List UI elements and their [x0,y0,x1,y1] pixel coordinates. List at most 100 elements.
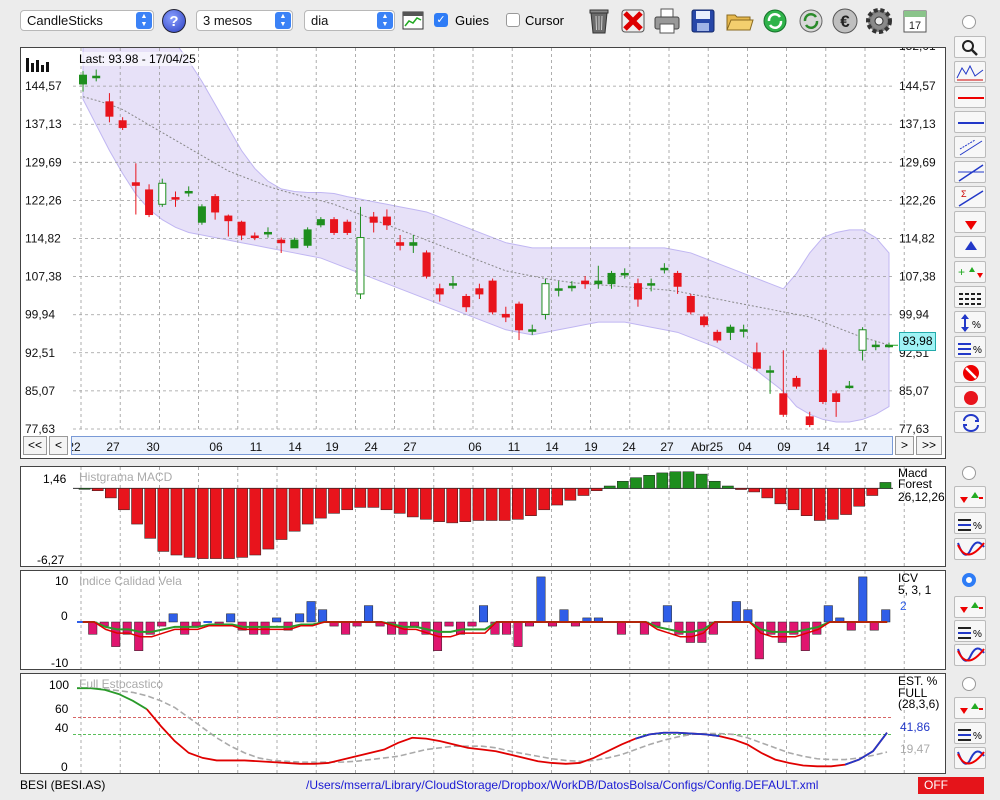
macd-bar [420,488,432,520]
macd-bar [249,488,262,556]
stoch-y-100: 100 [49,678,70,692]
candle [528,329,537,332]
y-tick-label-left: 77,63 [25,422,55,436]
macd-bar [131,488,143,525]
icv-bar [180,621,190,635]
macd-bar [722,485,734,489]
nav-next-button[interactable]: > [895,436,914,455]
nav-prev-button[interactable]: < [49,436,68,455]
nav-last-button[interactable]: >> [916,436,942,455]
y-tick-label-left: 107,38 [25,270,62,284]
panel-radio-1[interactable] [962,15,976,29]
lines-icon[interactable] [954,286,986,308]
icv-bar [881,609,891,623]
candle [607,272,616,285]
record-icon[interactable] [954,386,986,408]
macd-bar [669,471,682,489]
candle [686,295,695,313]
trendline-icon[interactable] [954,161,986,183]
macd-bar [630,477,642,489]
reload-icon[interactable] [796,6,826,36]
trash-icon[interactable] [584,6,614,36]
macd-bar [459,488,472,522]
panel-radio-2[interactable] [962,466,976,480]
macd-bar [617,480,629,489]
macd-bar [105,488,117,499]
percent-lines-icon[interactable]: % [954,722,986,744]
channel-icon[interactable] [954,136,986,158]
candle [713,331,722,341]
buy-sell-icon[interactable]: + [954,261,986,283]
macd-bar [564,488,577,501]
updown-arrows-icon[interactable] [954,486,986,508]
status-off-badge[interactable]: OFF [918,777,984,794]
macd-bar [210,488,222,559]
open-folder-icon[interactable] [724,6,754,36]
percent-range-icon[interactable]: % [954,311,986,333]
gear-icon[interactable] [864,6,894,36]
trend-chart-icon[interactable] [954,61,986,83]
y-tick-label-right: 99,94 [899,308,929,322]
candle [832,393,841,402]
nav-first-button[interactable]: << [23,436,47,455]
icv-bar [410,621,420,627]
x-tick-label: 11 [250,440,263,454]
sync-icon[interactable] [954,411,986,433]
panel-radio-3[interactable] [962,573,976,587]
refresh-icon[interactable] [760,6,790,36]
y-tick-label-left: 129,69 [25,155,62,169]
icv-legend-params: 5, 3, 1 [898,583,932,597]
zoom-icon[interactable] [954,36,986,58]
macd-bar [354,488,367,508]
chart-window-icon[interactable] [402,10,424,32]
cursor-checkbox[interactable] [506,13,520,27]
curve-icon[interactable] [954,747,986,769]
curve-icon[interactable] [954,644,986,666]
arrow-down-icon[interactable] [954,211,986,233]
period-select[interactable]: 3 mesos ▲ ▼ [196,10,293,31]
icv-bar [513,621,523,647]
percent-lines-icon[interactable]: % [954,512,986,534]
percent-lines-icon[interactable]: % [954,336,986,358]
guides-checkbox[interactable]: ✓ [434,13,448,27]
candle [647,283,656,286]
blue-line-icon[interactable] [954,111,986,133]
candle [515,303,524,331]
chart-type-select[interactable]: CandleSticks ▲ ▼ [20,10,154,31]
arrow-up-icon[interactable] [954,236,986,258]
panel-radio-4[interactable] [962,677,976,691]
macd-bar [91,488,104,492]
stoch-k-line-blue [844,732,888,766]
red-line-icon[interactable] [954,86,986,108]
percent-lines-icon[interactable]: % [954,620,986,642]
updown-arrows-icon[interactable] [954,697,986,719]
y-tick-label-left: 99,94 [25,308,55,322]
date-scrollbar[interactable]: 22 27 30 06 11 14 19 24 27 06 11 14 19 24 27 Abr25 04 09 1… [67,436,893,455]
icv-bar [168,613,178,623]
y-tick-label-left: 85,07 [25,384,55,398]
icv-bar [858,576,868,623]
updown-arrows-icon[interactable] [954,596,986,618]
macd-y-bottom: -6,27 [37,553,65,567]
svg-text:€: € [840,12,850,31]
euro-icon[interactable]: € [830,6,860,36]
period-value: 3 mesos [203,13,253,28]
y-tick-label-right: 129,69 [899,155,936,169]
icv-bar [639,621,649,635]
icv-bar [318,609,328,623]
print-icon[interactable] [652,6,682,36]
stop-icon[interactable] [954,361,986,383]
candle [845,385,854,389]
interval-select[interactable]: dia ▲ ▼ [304,10,395,31]
calendar-icon[interactable]: 17 [900,6,930,36]
x-tick-label: 09 [777,440,791,454]
help-icon[interactable]: ? [162,9,186,33]
fibonacci-icon[interactable]: Σ [954,186,986,208]
curve-icon[interactable] [954,538,986,560]
config-path-link[interactable]: /Users/mserra/Library/CloudStorage/Dropb… [306,778,818,792]
calendar-day: 17 [909,20,921,32]
price-chart[interactable]: 144,57 144,57 137,13 137,13 129,69 129,69 122,… [21,0,945,458]
delete-icon[interactable] [618,6,648,36]
candle [581,280,590,285]
save-icon[interactable] [688,6,718,36]
